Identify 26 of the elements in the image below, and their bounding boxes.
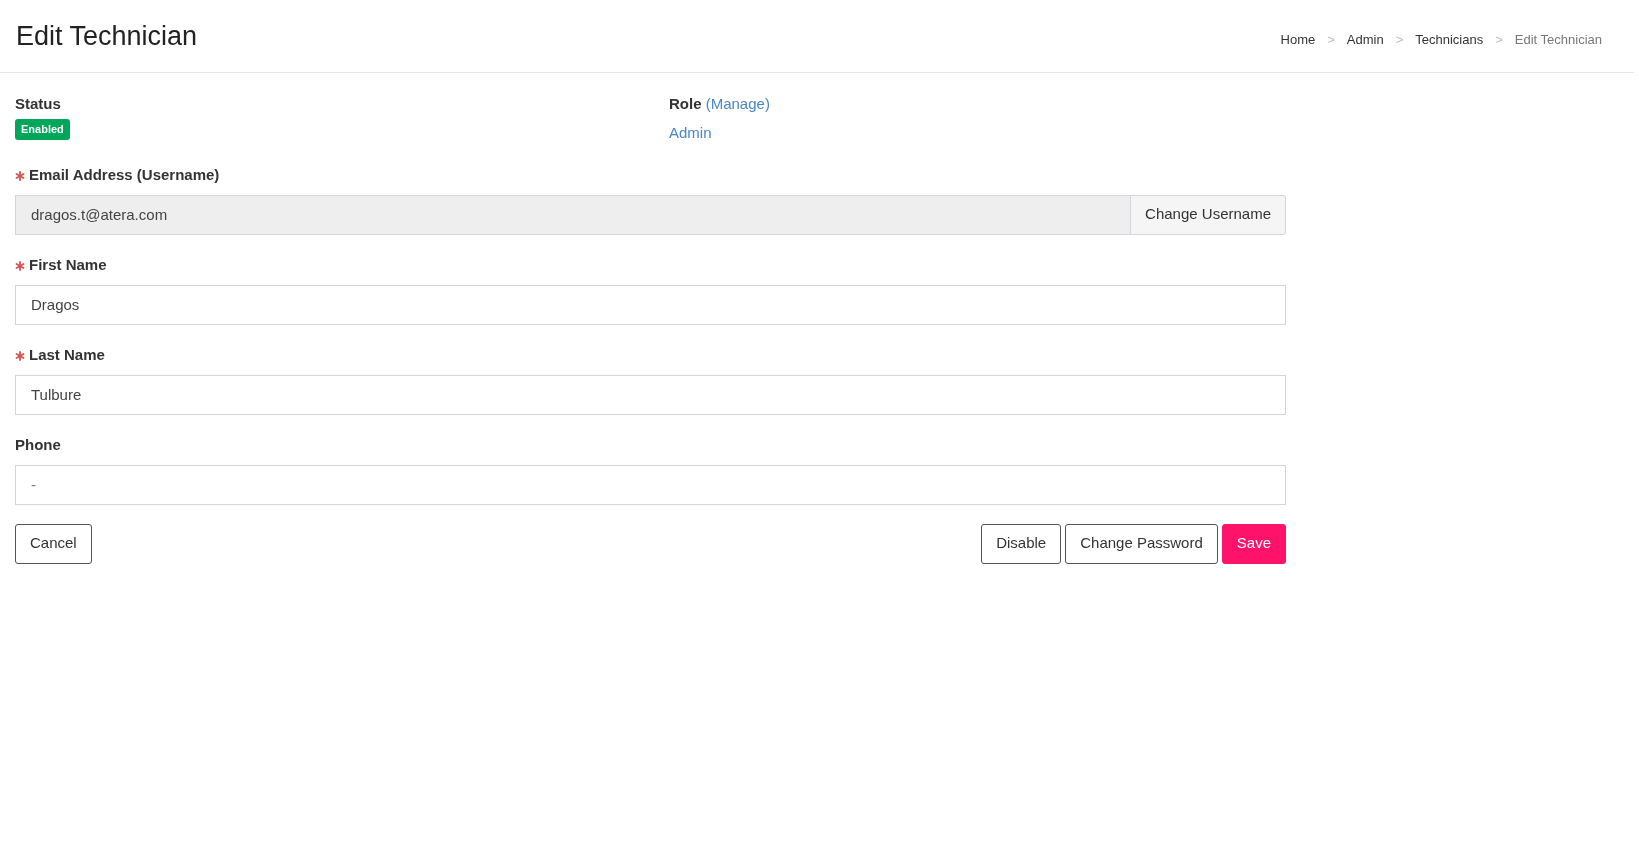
role-label: Role (669, 95, 702, 112)
manage-link[interactable]: (Manage) (705, 95, 770, 112)
status-badge: Enabled (15, 119, 70, 140)
action-button[interactable]: Disable (981, 523, 1062, 564)
breadcrumb-separator: > (1494, 31, 1504, 50)
field-label: Phone (15, 435, 61, 456)
action-button[interactable]: Save (1221, 523, 1286, 564)
breadcrumb-separator: > (1394, 31, 1405, 50)
role-value[interactable]: Admin (669, 122, 770, 145)
input-field[interactable]: Tulbure (15, 374, 1286, 415)
action-button[interactable]: Change Password (1065, 523, 1218, 564)
action-button[interactable]: Cancel (15, 523, 92, 564)
breadcrumb-separator: > (1326, 31, 1336, 50)
field-label: First Name (29, 255, 107, 276)
field-label: Email Address (Username) (29, 165, 220, 186)
breadcrumb-current: Edit Technician (1514, 31, 1602, 50)
input-field[interactable]: - (15, 464, 1286, 505)
page-title: Edit Technician (16, 19, 198, 53)
change-username-button[interactable]: Change Username (1131, 194, 1286, 235)
breadcrumb-link[interactable]: Technicians (1415, 30, 1484, 50)
input-field[interactable]: Dragos (15, 284, 1286, 325)
input-field[interactable]: dragos.t@atera.com (15, 194, 1132, 235)
field-label: Last Name (29, 345, 105, 366)
breadcrumb-link[interactable]: Admin (1346, 30, 1384, 50)
status-label: Status (15, 94, 62, 113)
breadcrumb-link[interactable]: Home (1280, 30, 1316, 50)
